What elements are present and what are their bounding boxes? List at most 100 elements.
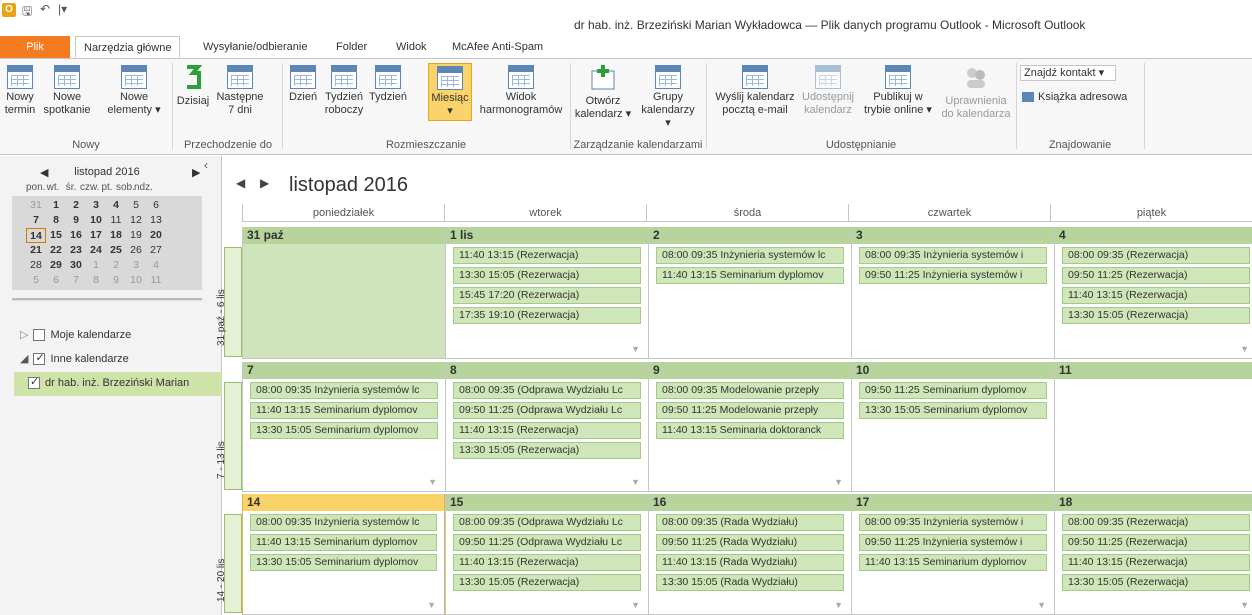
appointment[interactable]: 11:40 13:15 (Rezerwacja) (1062, 554, 1250, 571)
more-items-icon[interactable]: ▼ (834, 600, 843, 610)
appointment[interactable]: 11:40 13:15 (Rezerwacja) (1062, 287, 1250, 304)
appointment[interactable]: 08:00 09:35 Inżynieria systemów i (859, 514, 1047, 531)
calendar-groups-button[interactable]: Grupy kalendarzy ▾ (638, 63, 698, 130)
new-appointment-button[interactable]: Nowy termin (2, 63, 38, 117)
tab-folder[interactable]: Folder (336, 36, 367, 58)
appointment[interactable]: 13:30 15:05 (Rezerwacja) (453, 574, 641, 591)
appointment[interactable]: 13:30 15:05 (Rezerwacja) (453, 267, 641, 284)
mini-calendar-day[interactable]: 7 (66, 273, 86, 288)
new-items-button[interactable]: Nowe elementy ▾ (104, 63, 164, 117)
mini-calendar-day[interactable]: 5 (126, 198, 146, 213)
appointment[interactable]: 11:40 13:15 Seminarium dyplomov (656, 267, 844, 284)
mini-calendar-day[interactable]: 25 (106, 243, 126, 258)
undo-icon[interactable]: ↶ (40, 2, 50, 16)
day-cell[interactable]: 18 08:00 09:35 (Rezerwacja) 09:50 11:25 (R… (1054, 494, 1252, 615)
appointment[interactable]: 11:40 13:15 Seminarium dyplomov (250, 402, 438, 419)
appointment[interactable]: 09:50 11:25 (Odprawa Wydziału Lc (453, 534, 641, 551)
mini-calendar-day[interactable]: 28 (26, 258, 46, 273)
tab-send-receive[interactable]: Wysyłanie/odbieranie (203, 36, 307, 58)
day-cell[interactable]: 7 08:00 09:35 Inżynieria systemów lc 11:40… (242, 362, 445, 492)
mini-calendar-day[interactable]: 6 (46, 273, 66, 288)
mini-calendar-day[interactable]: 3 (126, 258, 146, 273)
mini-calendar-day[interactable]: 18 (106, 228, 126, 243)
appointment[interactable]: 11:40 13:15 (Rezerwacja) (453, 247, 641, 264)
mini-calendar-day[interactable]: 24 (86, 243, 106, 258)
day-cell[interactable]: 9 08:00 09:35 Modelowanie przepły 09:50 11… (648, 362, 851, 492)
collapse-pane-icon[interactable]: ‹ (204, 158, 208, 172)
week-label[interactable]: 7 - 13 lis (216, 382, 242, 490)
appointment[interactable]: 13:30 15:05 (Rezerwacja) (1062, 307, 1250, 324)
appointment[interactable]: 08:00 09:35 Modelowanie przepły (656, 382, 844, 399)
schedule-view-button[interactable]: Widok harmonogramów (474, 63, 568, 117)
next-month-icon[interactable]: ▶ (192, 166, 200, 179)
mini-calendar-day[interactable]: 1 (86, 258, 106, 273)
appointment[interactable]: 09:50 11:25 (Rada Wydziału) (656, 534, 844, 551)
other-calendars-group[interactable]: ◢ Inne kalendarze (20, 351, 129, 366)
mini-calendar-day[interactable]: 7 (26, 213, 46, 228)
day-cell[interactable]: 4 08:00 09:35 (Rezerwacja) 09:50 11:25 (Re… (1054, 227, 1252, 359)
checkbox[interactable] (33, 328, 46, 341)
day-cell[interactable]: 3 08:00 09:35 Inżynieria systemów i 09:50 … (851, 227, 1054, 359)
mini-calendar-day[interactable]: 21 (26, 243, 46, 258)
mini-calendar-day[interactable]: 19 (126, 228, 146, 243)
mini-calendar-day[interactable]: 11 (146, 273, 166, 288)
day-cell[interactable]: 11 (1054, 362, 1252, 492)
mini-calendar-day[interactable]: 4 (146, 258, 166, 273)
week-view-button[interactable]: Tydzień (368, 63, 408, 104)
day-cell[interactable]: 16 08:00 09:35 (Rada Wydziału) 09:50 11:25… (648, 494, 851, 615)
checkbox[interactable] (33, 351, 46, 365)
day-cell[interactable]: 2 08:00 09:35 Inżynieria systemów lc 11:40… (648, 227, 851, 359)
mini-calendar-day[interactable]: 13 (146, 213, 166, 228)
publish-online-button[interactable]: Publikuj w trybie online ▾ (858, 63, 938, 117)
day-cell[interactable]: 10 09:50 11:25 Seminarium dyplomov 13:30 1… (851, 362, 1054, 492)
day-cell[interactable]: 17 08:00 09:35 Inżynieria systemów i 09:50… (851, 494, 1054, 615)
next-month-arrow-icon[interactable]: ▶ (260, 176, 269, 190)
appointment[interactable]: 13:30 15:05 (Rada Wydziału) (656, 574, 844, 591)
mini-calendar-day[interactable]: 8 (46, 213, 66, 228)
mini-calendar-day[interactable]: 9 (66, 213, 86, 228)
appointment[interactable]: 13:30 15:05 Seminarium dyplomov (250, 554, 437, 571)
appointment[interactable]: 08:00 09:35 Inżynieria systemów lc (250, 382, 438, 399)
mini-calendar-day[interactable]: 26 (126, 243, 146, 258)
day-cell[interactable]: 8 08:00 09:35 (Odprawa Wydziału Lc 09:50 1… (445, 362, 648, 492)
mini-calendar-day[interactable]: 10 (126, 273, 146, 288)
mini-calendar-day[interactable]: 9 (106, 273, 126, 288)
more-items-icon[interactable]: ▼ (834, 477, 843, 487)
week-label[interactable]: 14 - 20 lis (216, 514, 242, 613)
appointment[interactable]: 09:50 11:25 Seminarium dyplomov (859, 382, 1047, 399)
mini-calendar-day[interactable]: 10 (86, 213, 106, 228)
share-calendar-button[interactable]: Udostępnij kalendarz (800, 63, 856, 117)
more-items-icon[interactable]: ▼ (1037, 600, 1046, 610)
tab-mcafee[interactable]: McAfee Anti-Spam (452, 36, 543, 58)
mini-calendar-day[interactable]: 15 (46, 228, 66, 243)
appointment[interactable]: 08:00 09:35 (Rada Wydziału) (656, 514, 844, 531)
open-calendar-button[interactable]: Otwórz kalendarz ▾ (572, 63, 634, 121)
appointment[interactable]: 13:30 15:05 Seminarium dyplomov (859, 402, 1047, 419)
collapse-icon[interactable]: ◢ (20, 352, 28, 365)
calendar-permissions-button[interactable]: Uprawnienia do kalendarza (938, 63, 1014, 121)
tab-home[interactable]: Narzędzia główne (75, 36, 181, 58)
appointment[interactable]: 08:00 09:35 Inżynieria systemów lc (656, 247, 844, 264)
appointment[interactable]: 08:00 09:35 (Rezerwacja) (1062, 514, 1250, 531)
appointment[interactable]: 09:50 11:25 Inżynieria systemów i (859, 267, 1047, 284)
appointment[interactable]: 08:00 09:35 (Odprawa Wydziału Lc (453, 514, 641, 531)
today-button[interactable]: Dzisiaj (174, 63, 212, 108)
mini-calendar-day[interactable]: 5 (26, 273, 46, 288)
day-view-button[interactable]: Dzień (286, 63, 320, 104)
appointment[interactable]: 09:50 11:25 Modelowanie przepły (656, 402, 844, 419)
expand-icon[interactable]: ▷ (20, 328, 28, 341)
appointment[interactable]: 11:40 13:15 (Rezerwacja) (453, 422, 641, 439)
day-cell[interactable]: 1 lis 11:40 13:15 (Rezerwacja) 13:30 15:05… (445, 227, 648, 359)
mini-calendar-day[interactable]: 2 (106, 258, 126, 273)
more-items-icon[interactable]: ▼ (1240, 344, 1249, 354)
more-items-icon[interactable]: ▼ (631, 600, 640, 610)
more-items-icon[interactable]: ▼ (631, 477, 640, 487)
appointment[interactable]: 11:40 13:15 (Rada Wydziału) (656, 554, 844, 571)
appointment[interactable]: 09:50 11:25 (Rezerwacja) (1062, 534, 1250, 551)
appointment[interactable]: 11:40 13:15 Seminarium dyplomov (250, 534, 437, 551)
mini-calendar-day[interactable]: 27 (146, 243, 166, 258)
more-items-icon[interactable]: ▼ (631, 344, 640, 354)
mini-calendar-day[interactable]: 31 (26, 198, 46, 213)
my-calendars-group[interactable]: ▷ Moje kalendarze (20, 328, 131, 341)
email-calendar-button[interactable]: Wyślij kalendarz pocztą e-mail (710, 63, 800, 117)
